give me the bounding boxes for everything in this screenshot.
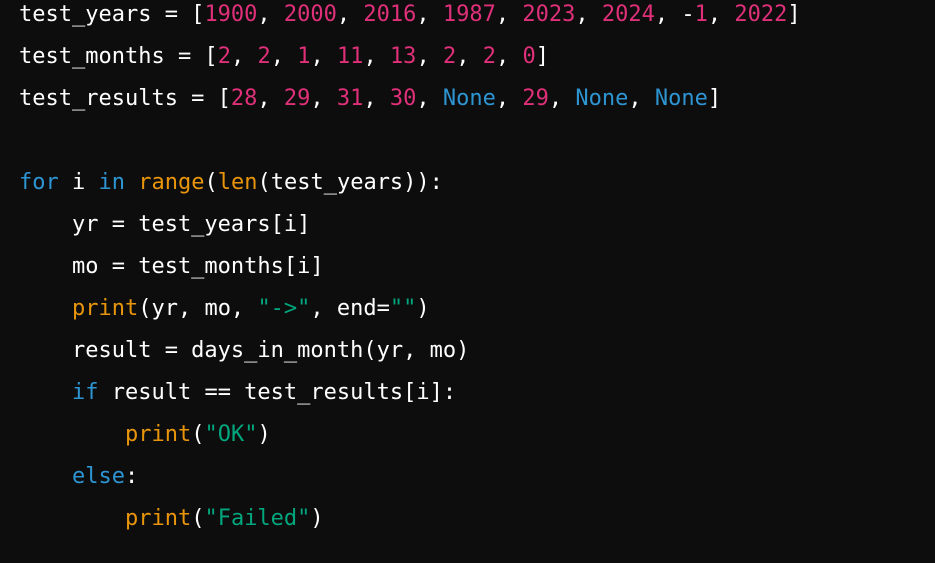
code-token: ) — [310, 506, 324, 531]
code-token: , — [707, 2, 735, 27]
code-token: 0 — [522, 44, 536, 69]
code-token: 30 — [389, 86, 417, 111]
code-token: , — [495, 2, 523, 27]
code-token: , — [575, 2, 602, 27]
code-line-10: if result == test_results[i]: — [19, 378, 456, 408]
code-token: , — [456, 44, 483, 69]
code-token: 2 — [482, 44, 496, 69]
code-token: "Failed" — [204, 506, 311, 531]
code-line-1: test_years = [1900, 2000, 2016, 1987, 20… — [19, 0, 801, 30]
code-token: , — [270, 44, 298, 69]
code-token: , — [310, 86, 337, 111]
code-token: 28 — [230, 86, 258, 111]
code-line-13: print("Failed") — [19, 504, 324, 534]
code-token: 11 — [336, 44, 364, 69]
code-token: ) — [257, 422, 271, 447]
code-token: None — [442, 86, 496, 111]
code-token: , — [495, 86, 523, 111]
code-token: ( — [204, 170, 218, 195]
code-token: None — [654, 86, 708, 111]
code-token: if — [71, 380, 99, 405]
code-token: "" — [389, 296, 417, 321]
code-token: ] — [535, 44, 549, 69]
code-line-2: test_months = [2, 2, 1, 11, 13, 2, 2, 0] — [19, 42, 549, 72]
code-line-7: mo = test_months[i] — [19, 252, 324, 282]
code-token: len — [217, 170, 258, 195]
code-token: , — [257, 2, 284, 27]
code-line-9: result = days_in_month(yr, mo) — [19, 336, 469, 366]
code-token: 2023 — [522, 2, 576, 27]
code-token: , — [495, 44, 523, 69]
code-block: test_years = [1900, 2000, 2016, 1987, 20… — [0, 0, 935, 563]
code-token: test_results = [ — [19, 86, 231, 111]
code-token: 2 — [442, 44, 457, 69]
code-token: ( — [191, 422, 205, 447]
code-token: ] — [707, 86, 722, 111]
code-token: result = days_in_month(yr, mo) — [19, 338, 470, 363]
code-token: 1987 — [442, 2, 496, 27]
code-line-3: test_results = [28, 29, 31, 30, None, 29… — [19, 84, 721, 114]
code-line-12: else: — [19, 462, 138, 492]
code-token: 29 — [522, 86, 549, 111]
code-token: , - — [654, 2, 695, 27]
code-token: , — [628, 86, 655, 111]
code-token: : — [124, 464, 139, 489]
code-token: 13 — [389, 44, 417, 69]
code-token: , — [416, 44, 443, 69]
code-token: , — [310, 44, 337, 69]
code-token: ] — [787, 2, 801, 27]
code-token: i — [58, 170, 99, 195]
code-token: range — [138, 170, 205, 195]
code-token: 31 — [336, 86, 364, 111]
code-line-8: print(yr, mo, "->", end="") — [19, 294, 430, 324]
code-token: (yr, mo, — [138, 296, 258, 321]
code-token: print — [71, 296, 139, 321]
code-token: , — [363, 44, 390, 69]
code-token: , — [230, 44, 258, 69]
code-line-11: print("OK") — [19, 420, 271, 450]
code-token: result == test_results[i]: — [98, 380, 457, 405]
code-token: , — [548, 86, 576, 111]
code-token: ( — [191, 506, 205, 531]
code-token: test_months = [ — [19, 44, 218, 69]
code-token: 2024 — [601, 2, 655, 27]
code-token: , — [416, 86, 443, 111]
code-token: mo = test_months[i] — [19, 254, 324, 279]
code-token: for — [19, 170, 59, 195]
code-token: 2022 — [734, 2, 788, 27]
code-token: 2 — [257, 44, 271, 69]
code-token: "->" — [257, 296, 311, 321]
code-token: 2000 — [283, 2, 337, 27]
code-token: , end= — [310, 296, 390, 321]
code-token: ) — [416, 296, 430, 321]
code-token: 1900 — [204, 2, 258, 27]
code-line-6: yr = test_years[i] — [19, 210, 310, 240]
code-token: yr = test_years[i] — [19, 212, 311, 237]
code-token: 29 — [283, 86, 311, 111]
code-token: , — [363, 86, 390, 111]
code-token: test_years = [ — [19, 2, 205, 27]
code-token: in — [98, 170, 126, 195]
code-token: 2016 — [363, 2, 417, 27]
code-token: , — [416, 2, 443, 27]
code-token: else — [71, 464, 125, 489]
code-line-5: for i in range(len(test_years)): — [19, 168, 443, 198]
code-token: 1 — [694, 2, 708, 27]
code-token: "OK" — [204, 422, 258, 447]
code-token: , — [336, 2, 364, 27]
code-token: 2 — [217, 44, 231, 69]
code-token: , — [257, 86, 284, 111]
code-token: (test_years)): — [257, 170, 443, 195]
code-token: print — [124, 506, 192, 531]
code-token: print — [124, 422, 192, 447]
code-token: 1 — [297, 44, 311, 69]
code-token: None — [575, 86, 629, 111]
